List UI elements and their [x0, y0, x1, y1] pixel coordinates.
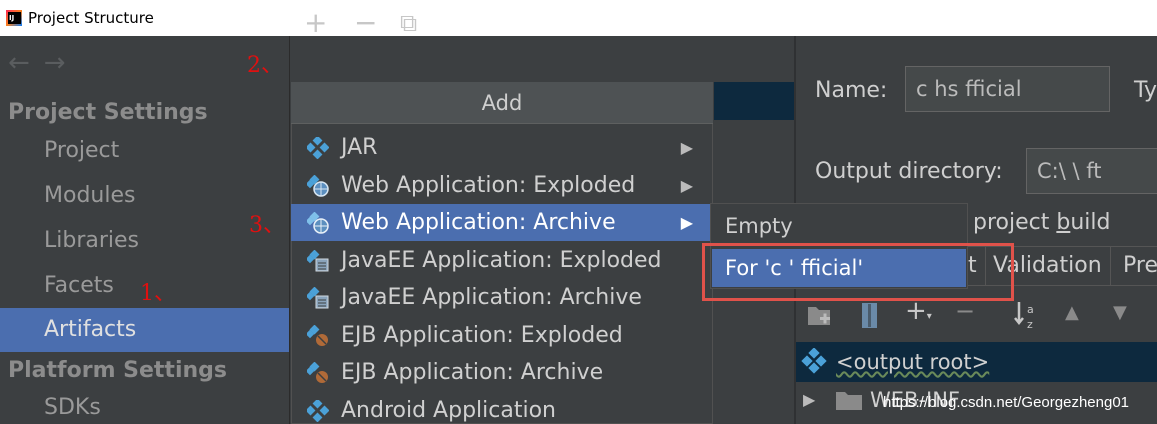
- tree-item-output-root[interactable]: <output root>: [836, 350, 989, 374]
- remove-element-button[interactable]: −: [955, 297, 975, 325]
- web-artifact-icon: [307, 175, 329, 197]
- intellij-app-icon: [6, 10, 22, 26]
- sort-az-icon[interactable]: a z: [1013, 300, 1043, 332]
- output-directory-field[interactable]: C:\ \ ft: [1026, 148, 1157, 194]
- javaee-artifact-icon: [307, 250, 329, 272]
- type-label: Ty: [1134, 78, 1157, 103]
- menu-item-label: JavaEE Application: Archive: [341, 285, 642, 310]
- project-settings-header: Project Settings: [8, 100, 208, 125]
- menu-item-javaee-application-exploded[interactable]: JavaEE Application: Exploded: [291, 242, 713, 279]
- sidebar-item-modules[interactable]: Modules: [0, 174, 289, 218]
- highlight-box: [702, 243, 1014, 301]
- copy-artifact-button[interactable]: ⧉: [400, 9, 417, 37]
- sidebar-item-libraries[interactable]: Libraries: [0, 219, 289, 263]
- name-field[interactable]: c hs fficial: [905, 66, 1110, 112]
- output-directory-label: Output directory:: [815, 159, 1003, 184]
- back-arrow-icon[interactable]: ←: [8, 48, 44, 78]
- archive-icon[interactable]: [860, 302, 880, 330]
- menu-item-label: EJB Application: Archive: [341, 360, 604, 385]
- nav-arrows: ←→: [8, 48, 80, 78]
- svg-text:z: z: [1027, 318, 1033, 331]
- menu-item-ejb-application-archive[interactable]: EJB Application: Archive: [291, 354, 713, 391]
- window-title: Project Structure: [28, 9, 154, 27]
- move-down-icon[interactable]: ▼: [1113, 302, 1127, 323]
- annotation-step-3: 3、: [249, 213, 285, 238]
- ejb-artifact-icon: [307, 325, 328, 346]
- menu-item-web-application-archive[interactable]: Web Application: Archive ▶: [291, 204, 713, 241]
- window-titlebar: Project Structure: [0, 0, 1157, 36]
- submenu-arrow-icon: ▶: [680, 176, 693, 195]
- artifact-list-selected-row[interactable]: [714, 82, 794, 120]
- name-label: Name:: [815, 78, 888, 103]
- output-root-icon: [801, 348, 827, 374]
- remove-artifact-button[interactable]: −: [354, 6, 377, 39]
- annotation-step-1: 1、: [140, 281, 176, 306]
- menu-item-web-application-exploded[interactable]: Web Application: Exploded ▶: [291, 167, 713, 204]
- folder-icon: [836, 392, 862, 410]
- platform-settings-header: Platform Settings: [8, 358, 227, 383]
- add-popup-title: Add: [291, 82, 713, 124]
- menu-item-android-application[interactable]: Android Application: [291, 392, 713, 424]
- sidebar-item-artifacts[interactable]: Artifacts: [0, 308, 289, 352]
- menu-item-ejb-application-exploded[interactable]: EJB Application: Exploded: [291, 317, 713, 354]
- submenu-arrow-icon: ▶: [680, 138, 693, 157]
- menu-item-jar[interactable]: JAR ▶: [291, 129, 713, 166]
- new-folder-icon[interactable]: [806, 303, 834, 329]
- submenu-arrow-icon: ▶: [680, 213, 693, 232]
- forward-arrow-icon[interactable]: →: [44, 48, 80, 78]
- menu-item-label: JavaEE Application: Exploded: [341, 248, 662, 273]
- javaee-artifact-icon: [307, 287, 329, 309]
- watermark: https://blog.csdn.net/Georgezheng01: [883, 394, 1130, 411]
- submenu-item-empty[interactable]: Empty: [712, 207, 966, 245]
- menu-item-label: Android Application: [341, 398, 556, 423]
- menu-item-javaee-application-archive[interactable]: JavaEE Application: Archive: [291, 279, 713, 316]
- annotation-step-2: 2、: [247, 53, 283, 78]
- web-artifact-icon: [307, 212, 329, 234]
- include-in-build-label: project build: [973, 210, 1111, 235]
- android-artifact-icon: [307, 400, 329, 422]
- menu-item-label: JAR: [341, 135, 378, 160]
- menu-item-label: Web Application: Archive: [341, 210, 616, 235]
- jar-artifact-icon: [307, 137, 329, 159]
- move-up-icon[interactable]: ▲: [1065, 302, 1079, 323]
- svg-text:a: a: [1027, 303, 1034, 316]
- add-artifact-button[interactable]: +: [304, 6, 327, 39]
- sidebar-item-sdks[interactable]: SDKs: [0, 386, 289, 424]
- expand-arrow-icon[interactable]: ▶: [803, 390, 815, 409]
- menu-item-label: Web Application: Exploded: [341, 173, 636, 198]
- menu-item-label: EJB Application: Exploded: [341, 323, 623, 348]
- tab-pre-processing[interactable]: Pre: [1115, 247, 1157, 285]
- sidebar-item-project[interactable]: Project: [0, 129, 289, 173]
- ejb-artifact-icon: [307, 362, 328, 383]
